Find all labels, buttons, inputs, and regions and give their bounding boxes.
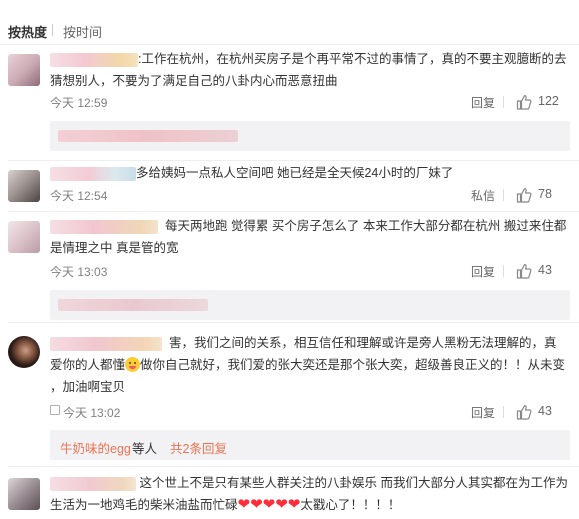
like-count: 122 (538, 94, 559, 108)
like-count: 43 (538, 404, 552, 418)
comment-meta: 今天 13:02 回复 43 (50, 402, 570, 422)
like-button[interactable]: 122 (510, 92, 570, 112)
comment-item: 每天两地跑 觉得累 买个房子怎么了 本来工作大部分都在杭州 搬过来住都 是情理之中… (0, 211, 579, 320)
like-count: 43 (538, 263, 552, 277)
meta-divider (503, 189, 504, 201)
sort-by-hot-tab[interactable]: 按热度 (8, 22, 47, 41)
comment-meta: 今天 12:54 私信 78 (50, 185, 570, 205)
reply-summary: 牛奶味的egg 等人 共2条回复 (50, 430, 570, 460)
reply-preview[interactable] (50, 121, 570, 151)
reply-preview[interactable] (50, 290, 570, 320)
username-blurred[interactable] (50, 219, 158, 234)
avatar[interactable] (8, 478, 40, 510)
sort-bar: 按热度 按时间 (0, 0, 579, 45)
reply-author-link[interactable]: 牛奶味的egg (60, 438, 131, 457)
avatar[interactable] (8, 336, 40, 368)
comment-meta: 今天 12:59 回复 122 (50, 92, 570, 112)
comment-time: 今天 13:02 (63, 406, 121, 420)
blurred-reply (58, 130, 238, 142)
thumbs-up-icon (516, 264, 532, 279)
reply-summary-text: 等人 (132, 442, 158, 456)
comment-icon (50, 405, 60, 415)
avatar[interactable] (8, 221, 40, 253)
comment-item: 这个世上不是只有某些人群关注的八卦娱乐 而我们大部分人其实都在为工作为 生活为一地… (0, 466, 579, 519)
sort-divider (52, 24, 53, 36)
comment-item: 多给姨妈一点私人空间吧 她已经是全天候24小时的厂妹了 今天 12:54 私信 … (0, 160, 579, 212)
blurred-reply (58, 299, 208, 311)
meta-divider (503, 265, 504, 277)
comment-item: 害，我们之间的关系，相互信任和理解或许是旁人黑粉无法理解的，真 爱你的人都懂 做你自… (0, 322, 579, 472)
username-blurred[interactable] (50, 476, 136, 491)
comment-time: 今天 12:59 (50, 96, 108, 110)
comment-time: 今天 12:54 (50, 189, 108, 203)
like-button[interactable]: 43 (510, 261, 570, 281)
username-blurred[interactable] (50, 166, 136, 181)
private-message-button[interactable]: 私信 (471, 187, 495, 204)
comment-meta: 今天 13:03 回复 43 (50, 261, 570, 281)
comment-item: :工作在杭州，在杭州买房子是个再平常不过的事情了，真的不要主观臆断的去 猜想别人，… (0, 44, 579, 169)
smile-emoji (125, 357, 141, 372)
reply-button[interactable]: 回复 (471, 263, 495, 280)
reply-button[interactable]: 回复 (471, 94, 495, 111)
like-button[interactable]: 78 (510, 185, 570, 205)
thumbs-up-icon (516, 95, 532, 110)
reply-button[interactable]: 回复 (471, 404, 495, 421)
username-blurred[interactable] (50, 336, 162, 351)
username-blurred[interactable] (50, 52, 138, 67)
sort-by-time-tab[interactable]: 按时间 (63, 22, 102, 41)
thumbs-up-icon (516, 188, 532, 203)
comment-time: 今天 13:03 (50, 265, 108, 279)
meta-divider (503, 406, 504, 418)
avatar[interactable] (8, 170, 40, 202)
like-count: 78 (538, 187, 552, 201)
heart-emojis: ❤❤❤❤❤ (237, 496, 301, 513)
thumbs-up-icon (516, 405, 532, 420)
meta-divider (503, 96, 504, 108)
view-replies-link[interactable]: 共2条回复 (170, 438, 227, 457)
avatar[interactable] (8, 54, 40, 86)
like-button[interactable]: 43 (510, 402, 570, 422)
comment-text: 多给姨妈一点私人空间吧 她已经是全天候24小时的厂妹了 (136, 166, 454, 180)
